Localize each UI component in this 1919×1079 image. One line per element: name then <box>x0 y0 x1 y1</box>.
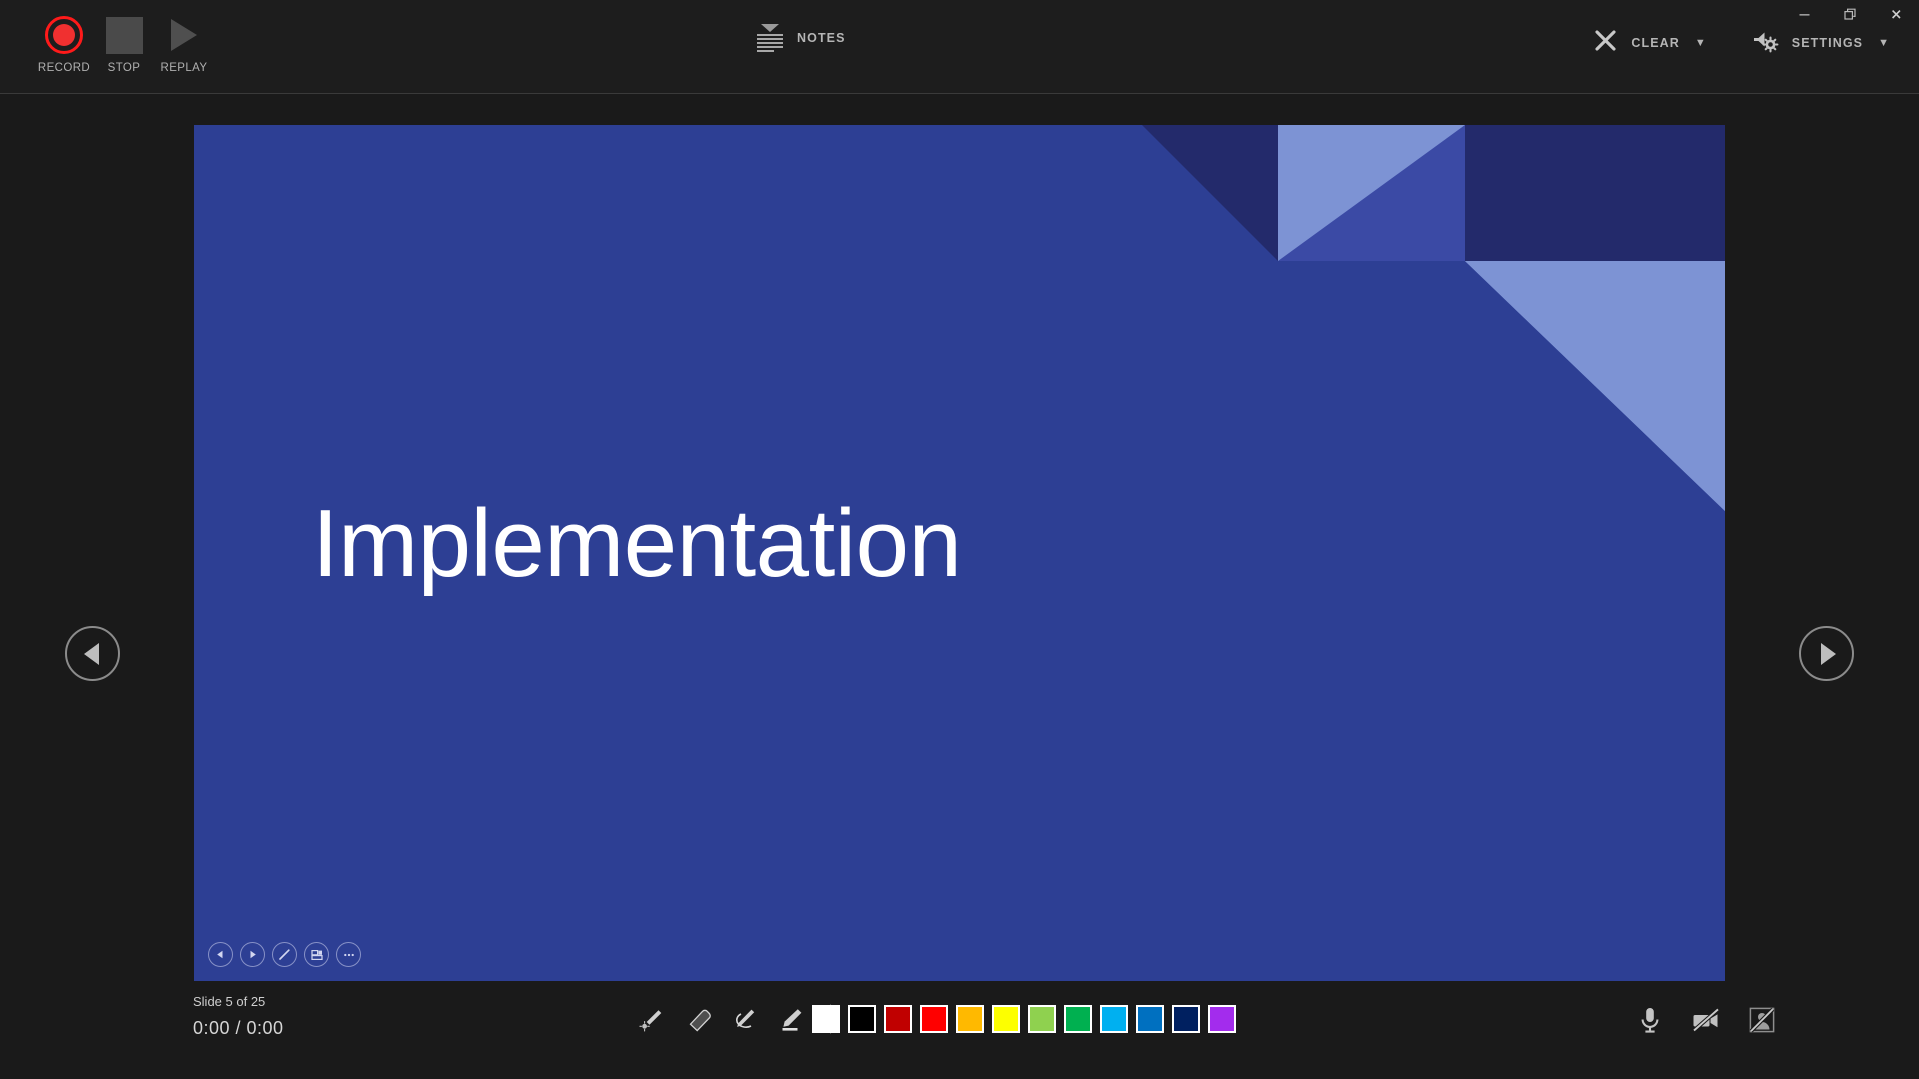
color-swatch-amber[interactable] <box>956 1005 984 1033</box>
restore-icon[interactable] <box>1827 0 1873 28</box>
highlighter-icon <box>775 1005 805 1033</box>
camera-preview-toggle[interactable] <box>1745 1003 1779 1037</box>
settings-button[interactable]: SETTINGS ▼ <box>1752 29 1889 58</box>
color-swatch-dark-red[interactable] <box>884 1005 912 1033</box>
replay-triangle-icon <box>171 12 197 58</box>
notes-button[interactable]: NOTES <box>757 24 846 52</box>
color-swatch-blue[interactable] <box>1136 1005 1164 1033</box>
color-swatch-purple[interactable] <box>1208 1005 1236 1033</box>
clear-chevron-down-icon[interactable]: ▼ <box>1695 37 1706 49</box>
color-swatch-light-green[interactable] <box>1028 1005 1056 1033</box>
slide-control-bar <box>208 942 361 967</box>
window-controls <box>1781 0 1919 28</box>
recording-controls-group: RECORD STOP REPLAY <box>34 12 214 74</box>
laser-pointer-icon <box>638 1005 666 1033</box>
notes-button-label: NOTES <box>797 31 846 45</box>
clear-x-icon <box>1593 28 1618 58</box>
camera-toggle[interactable] <box>1689 1003 1723 1037</box>
ribbon-right-group: CLEAR ▼ SETTINGS ▼ <box>1593 28 1889 58</box>
color-swatch-cyan[interactable] <box>1100 1005 1128 1033</box>
stop-button[interactable]: STOP <box>94 12 154 74</box>
left-triangle-icon <box>215 949 226 960</box>
settings-button-label: SETTINGS <box>1792 36 1863 50</box>
pen-icon <box>277 947 292 962</box>
timer-readout: 0:00 / 0:00 <box>193 1018 284 1039</box>
right-triangle-icon <box>1821 643 1836 665</box>
replay-button[interactable]: REPLAY <box>154 12 214 74</box>
color-swatch-red[interactable] <box>920 1005 948 1033</box>
close-icon[interactable] <box>1873 0 1919 28</box>
record-button-label: RECORD <box>38 62 90 74</box>
slide-stage: Implementation <box>0 94 1919 989</box>
camera-off-icon <box>1690 1006 1722 1034</box>
ellipsis-icon <box>342 948 356 962</box>
slide-counter: Slide 5 of 25 <box>193 994 284 1009</box>
stop-square-icon <box>106 12 143 58</box>
clear-button[interactable]: CLEAR ▼ <box>1593 28 1705 58</box>
left-triangle-icon <box>84 643 99 665</box>
minimize-icon[interactable] <box>1781 0 1827 28</box>
slide-title: Implementation <box>312 496 961 592</box>
slide-next-button[interactable] <box>240 942 265 967</box>
pen-tool[interactable] <box>728 1003 760 1035</box>
media-controls <box>1633 1003 1779 1037</box>
status-area: Slide 5 of 25 0:00 / 0:00 <box>193 994 284 1039</box>
slide-menu-button[interactable] <box>304 942 329 967</box>
person-preview-off-icon <box>1748 1006 1776 1034</box>
color-swatch-white[interactable] <box>812 1005 840 1033</box>
settings-speaker-gear-icon <box>1752 29 1779 58</box>
color-palette <box>812 1005 1236 1033</box>
annotation-tools <box>636 1003 841 1035</box>
microphone-icon <box>1636 1005 1664 1035</box>
slide-more-button[interactable] <box>336 942 361 967</box>
color-swatch-green[interactable] <box>1064 1005 1092 1033</box>
laser-pointer-tool[interactable] <box>636 1003 668 1035</box>
notes-icon <box>757 24 783 52</box>
previous-slide-arrow[interactable] <box>65 626 120 681</box>
record-button[interactable]: RECORD <box>34 12 94 74</box>
record-circle-icon <box>45 12 83 58</box>
slide-pen-button[interactable] <box>272 942 297 967</box>
microphone-toggle[interactable] <box>1633 1003 1667 1037</box>
highlighter-tool[interactable] <box>774 1003 806 1035</box>
color-swatch-yellow[interactable] <box>992 1005 1020 1033</box>
settings-chevron-down-icon[interactable]: ▼ <box>1878 37 1889 49</box>
replay-button-label: REPLAY <box>161 62 208 74</box>
pen-icon <box>729 1005 759 1033</box>
eraser-tool[interactable] <box>682 1003 714 1035</box>
right-triangle-icon <box>247 949 258 960</box>
color-swatch-black[interactable] <box>848 1005 876 1033</box>
stop-button-label: STOP <box>108 62 141 74</box>
color-swatch-navy[interactable] <box>1172 1005 1200 1033</box>
slide-previous-button[interactable] <box>208 942 233 967</box>
bottom-toolbar: Slide 5 of 25 0:00 / 0:00 <box>0 989 1919 1079</box>
slide-grid-icon <box>310 948 324 962</box>
clear-button-label: CLEAR <box>1631 36 1680 50</box>
eraser-icon <box>683 1005 713 1033</box>
slide-canvas[interactable]: Implementation <box>194 125 1725 981</box>
recording-ribbon: RECORD STOP REPLAY NOTES <box>0 0 1919 94</box>
next-slide-arrow[interactable] <box>1799 626 1854 681</box>
